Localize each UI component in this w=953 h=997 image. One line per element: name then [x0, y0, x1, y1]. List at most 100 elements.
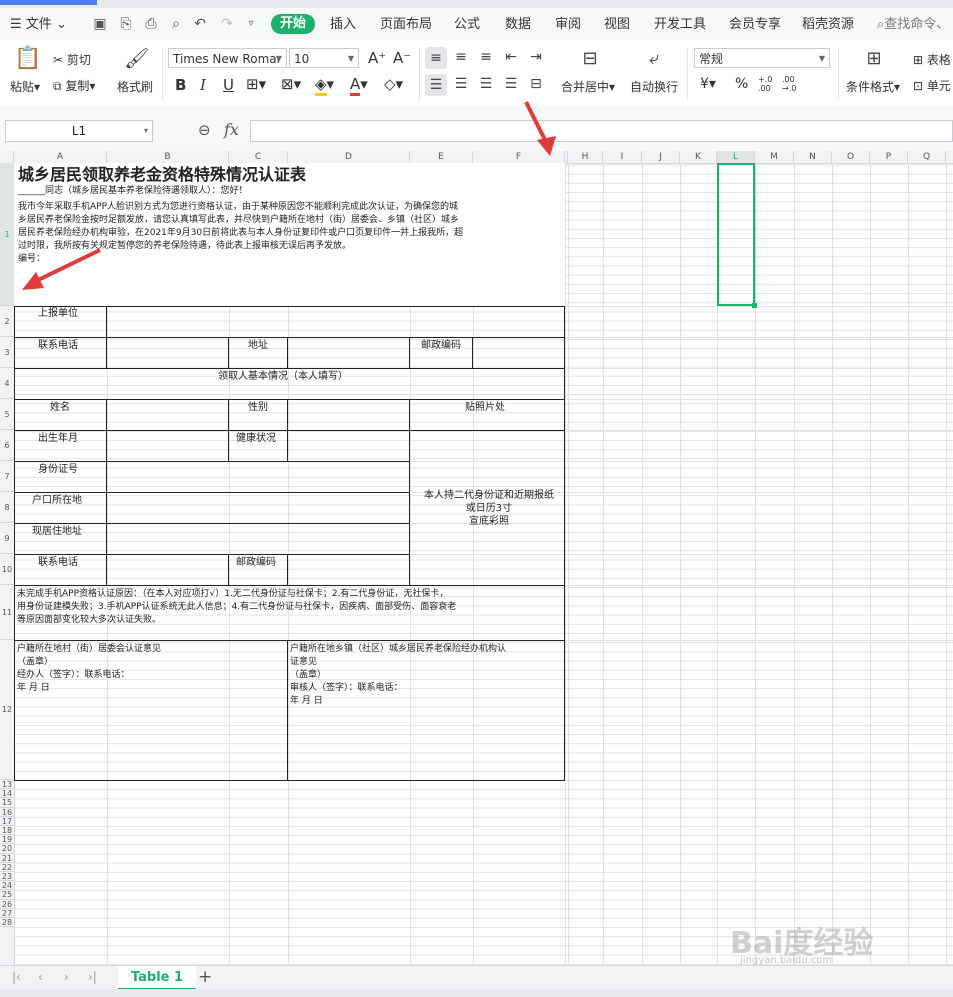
- row-header-16[interactable]: 16: [0, 808, 14, 817]
- column-header-k[interactable]: K: [680, 151, 717, 163]
- row-header-14[interactable]: 14: [0, 789, 14, 799]
- village-opinion-cell[interactable]: [14, 640, 288, 781]
- town-opinion-cell[interactable]: [287, 640, 565, 781]
- column-header-m[interactable]: M: [755, 151, 794, 163]
- column-header-l[interactable]: L: [717, 151, 755, 163]
- align-left-icon[interactable]: ☰: [425, 74, 447, 96]
- borders-icon[interactable]: ⊞▾: [246, 75, 266, 93]
- form-cell[interactable]: [106, 337, 229, 369]
- paste-icon[interactable]: 📋: [14, 46, 41, 71]
- row-header-20[interactable]: 20: [0, 844, 14, 854]
- row-header-10[interactable]: 10: [0, 554, 14, 585]
- row-header-21[interactable]: 21: [0, 854, 14, 863]
- last-sheet-icon[interactable]: ›|: [88, 970, 97, 984]
- column-header-o[interactable]: O: [832, 151, 870, 163]
- conditional-format-icon[interactable]: ⊞: [862, 48, 886, 69]
- row-header-9[interactable]: 9: [0, 523, 14, 554]
- percent-button[interactable]: %: [735, 76, 748, 92]
- name-box[interactable]: L1 ▾: [5, 120, 153, 142]
- select-all-corner[interactable]: [0, 151, 14, 163]
- column-header-i[interactable]: I: [603, 151, 642, 163]
- selected-cell-l1[interactable]: [717, 163, 757, 308]
- fill-handle[interactable]: [752, 303, 757, 308]
- file-menu[interactable]: ☰ 文件 ⌄: [10, 16, 67, 34]
- align-center-icon[interactable]: ☰: [451, 76, 471, 92]
- first-sheet-icon[interactable]: |‹: [12, 970, 21, 984]
- fill-color-icon[interactable]: ◈▾: [315, 75, 334, 96]
- cut-button[interactable]: ✂ 剪切: [53, 51, 91, 68]
- undo-icon[interactable]: ↶: [192, 16, 208, 32]
- tab-review[interactable]: 审阅: [555, 16, 581, 34]
- column-header-a[interactable]: A: [14, 151, 107, 163]
- tab-home[interactable]: 开始: [271, 14, 315, 34]
- table-style-button[interactable]: ⊞ 表格: [913, 51, 951, 68]
- zoom-search-icon[interactable]: ⊖: [198, 121, 211, 139]
- wrap-text-button[interactable]: 自动换行: [630, 78, 678, 95]
- row-header-4[interactable]: 4: [0, 368, 14, 399]
- decrease-indent-icon[interactable]: ⇤: [501, 49, 521, 65]
- fill-style-icon[interactable]: ⊠▾: [281, 75, 301, 93]
- tab-insert[interactable]: 插入: [330, 16, 356, 34]
- conditional-format-button[interactable]: 条件格式▾: [846, 78, 900, 95]
- font-name-select[interactable]: Times New Romar ▼: [168, 48, 287, 68]
- column-header-e[interactable]: E: [410, 151, 473, 163]
- decrease-decimal-button[interactable]: .00 →.0: [782, 75, 804, 93]
- quick-access-more-icon[interactable]: ▿: [243, 16, 259, 32]
- merge-center-button[interactable]: 合并居中▾: [561, 78, 615, 95]
- decrease-font-icon[interactable]: A⁻: [393, 49, 411, 67]
- row-header-13[interactable]: 13: [0, 780, 14, 790]
- format-painter-icon[interactable]: 🖌: [124, 46, 149, 70]
- next-sheet-icon[interactable]: ›: [64, 970, 69, 984]
- row-header-11[interactable]: 11: [0, 585, 14, 640]
- save-icon[interactable]: ▣: [92, 16, 108, 32]
- distributed-icon[interactable]: ⊟: [526, 76, 546, 92]
- redo-icon[interactable]: ↷: [219, 16, 235, 32]
- formula-input[interactable]: [250, 120, 953, 142]
- tab-view[interactable]: 视图: [604, 16, 630, 34]
- form-cell[interactable]: [287, 337, 410, 369]
- eraser-icon[interactable]: ◇▾: [384, 75, 403, 93]
- merge-center-icon[interactable]: ⊟: [578, 48, 602, 69]
- tab-docer[interactable]: 稻壳资源: [802, 16, 854, 34]
- cell-button[interactable]: ⊡ 单元: [913, 77, 951, 94]
- column-header-q[interactable]: Q: [908, 151, 946, 163]
- paste-button[interactable]: 粘贴▾: [10, 78, 40, 95]
- increase-decimal-button[interactable]: +.0 .00: [758, 75, 780, 93]
- increase-font-icon[interactable]: A⁺: [368, 49, 386, 67]
- wrap-text-icon[interactable]: ⤶: [642, 48, 666, 69]
- row-header-2[interactable]: 2: [0, 306, 14, 337]
- format-painter-button[interactable]: 格式刷: [117, 78, 153, 95]
- row-header-5[interactable]: 5: [0, 399, 14, 430]
- row-header-27[interactable]: 27: [0, 909, 14, 918]
- row-header-23[interactable]: 23: [0, 872, 14, 882]
- row-header-15[interactable]: 15: [0, 798, 14, 808]
- row-header-3[interactable]: 3: [0, 337, 14, 368]
- tab-data[interactable]: 数据: [505, 16, 531, 34]
- tab-page-layout[interactable]: 页面布局: [380, 16, 432, 34]
- column-header-j[interactable]: J: [642, 151, 680, 163]
- prev-sheet-icon[interactable]: ‹: [38, 970, 43, 984]
- column-header-h[interactable]: H: [568, 151, 603, 163]
- copy-button[interactable]: ⧉ 复制▾: [53, 77, 95, 94]
- column-header-d[interactable]: D: [288, 151, 410, 163]
- row-header-12[interactable]: 12: [0, 640, 14, 780]
- row-header-19[interactable]: 19: [0, 835, 14, 845]
- number-format-select[interactable]: 常规 ▼: [694, 48, 830, 68]
- function-icon[interactable]: fx: [224, 120, 239, 139]
- row-header-8[interactable]: 8: [0, 492, 14, 523]
- sheet-tab-table-1[interactable]: Table 1: [118, 966, 196, 990]
- align-top-icon[interactable]: ≡: [425, 47, 447, 69]
- tab-formulas[interactable]: 公式: [454, 16, 480, 34]
- bold-icon[interactable]: B: [175, 76, 186, 94]
- command-search[interactable]: ⌕查找命令、: [877, 16, 949, 34]
- row-header-28[interactable]: 28: [0, 918, 14, 928]
- row-header-17[interactable]: 17: [0, 817, 14, 826]
- align-middle-icon[interactable]: ≡: [451, 49, 471, 65]
- row-header-18[interactable]: 18: [0, 826, 14, 836]
- row-header-6[interactable]: 6: [0, 430, 14, 461]
- underline-icon[interactable]: U: [223, 76, 234, 94]
- align-right-icon[interactable]: ☰: [476, 76, 496, 92]
- column-header-n[interactable]: N: [794, 151, 832, 163]
- column-header-b[interactable]: B: [107, 151, 229, 163]
- add-sheet-icon[interactable]: +: [198, 967, 212, 987]
